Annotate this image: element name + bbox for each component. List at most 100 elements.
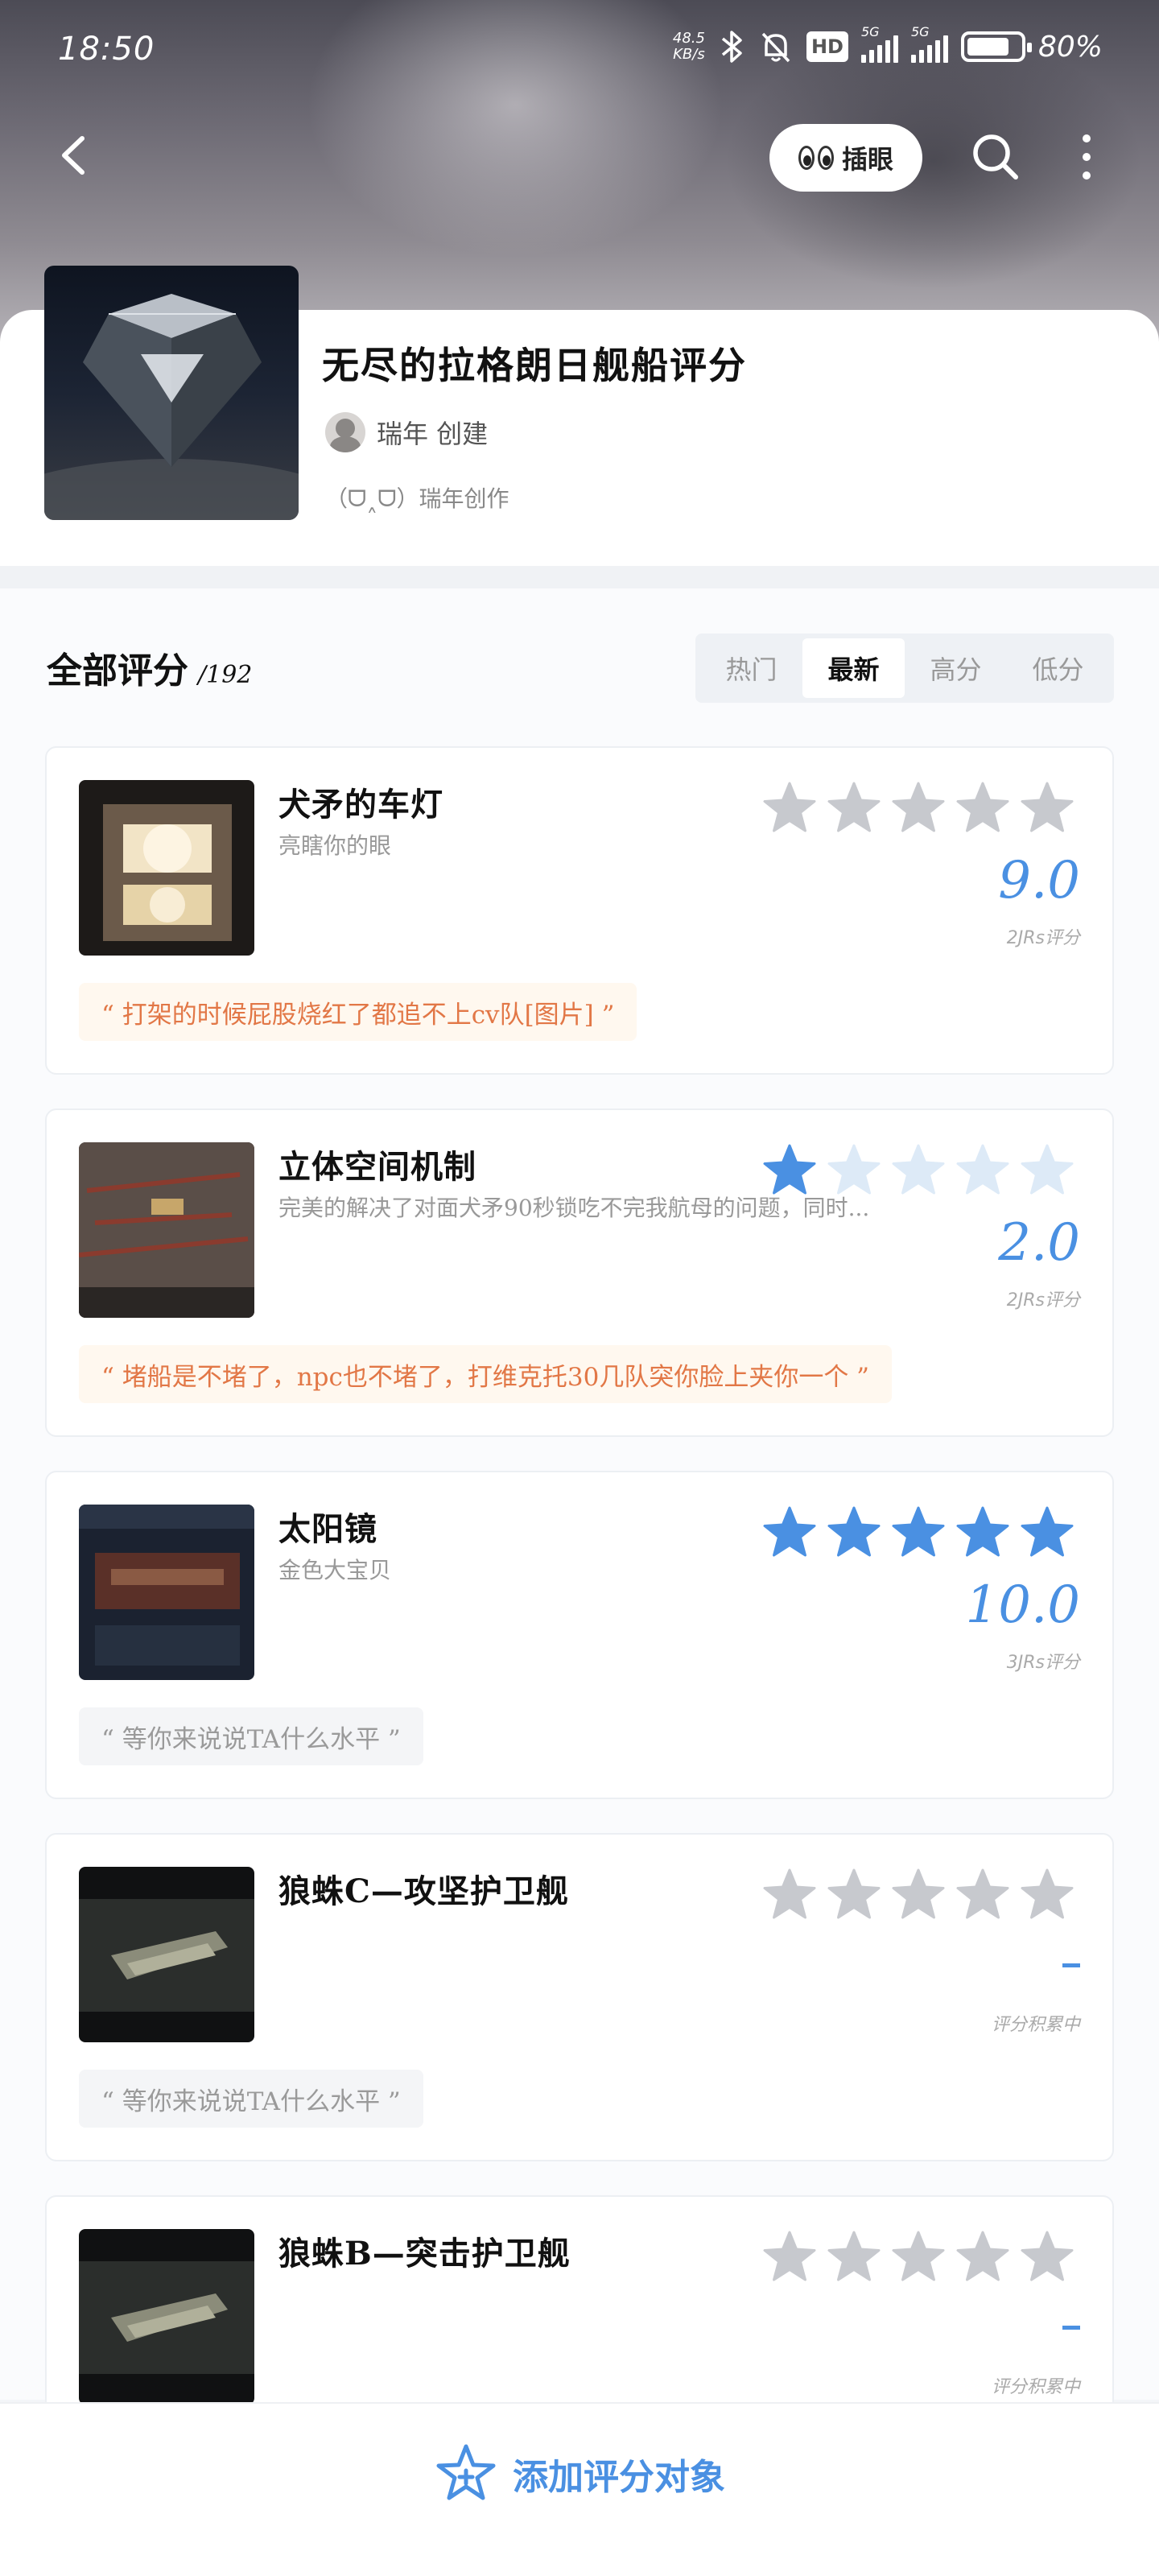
star-icon[interactable]: [1019, 1142, 1075, 1199]
item-thumbnail: [79, 1142, 254, 1318]
topic-title: 无尽的拉格朗日舰船评分: [322, 344, 747, 387]
rating-count: 评分积累中: [991, 2015, 1080, 2035]
ratings-count: /192: [198, 661, 253, 689]
sort-tab-low[interactable]: 低分: [1007, 638, 1109, 698]
star-icon[interactable]: [761, 1505, 818, 1561]
item-thumbnail: [79, 1505, 254, 1680]
status-icons: 48.5 KB/s HD 5G 5G 80%: [673, 24, 1103, 64]
rating-card[interactable]: 立体空间机制 完美的解决了对面犬矛90秒锁吃不完我航母的问题，同时... 2.0…: [45, 1108, 1114, 1437]
star-icon[interactable]: [826, 1142, 882, 1199]
star-icon[interactable]: [761, 780, 818, 836]
star-icon[interactable]: [826, 1867, 882, 1923]
item-name: 犬矛的车灯: [278, 786, 443, 824]
star-icon[interactable]: [826, 1505, 882, 1561]
cube-artwork: [44, 294, 299, 520]
item-thumbnail: [79, 780, 254, 956]
star-icon[interactable]: [761, 1867, 818, 1923]
star-icon[interactable]: [890, 1505, 947, 1561]
star-icon[interactable]: [955, 2229, 1011, 2285]
star-icon[interactable]: [761, 1142, 818, 1199]
more-options-button[interactable]: [1062, 129, 1111, 185]
score-value: 10.0: [965, 1575, 1081, 1635]
star-icon[interactable]: [826, 780, 882, 836]
rating-count: 2JRs评分: [1006, 928, 1080, 948]
top-comment[interactable]: “ 堵船是不堵了，npc也不堵了，打维克托30几队突你脸上夹你一个 ”: [79, 1345, 893, 1403]
star-rating[interactable]: [761, 1142, 1075, 1199]
star-icon[interactable]: [955, 1505, 1011, 1561]
network-speed-unit: KB/s: [673, 46, 705, 63]
section-divider: [0, 566, 1159, 588]
add-star-icon: [436, 2444, 496, 2500]
star-icon[interactable]: [890, 1867, 947, 1923]
add-rating-object-label: 添加评分对象: [513, 2457, 725, 2498]
signal-2-label: 5G: [910, 24, 930, 39]
signal-strength-2: 5G: [910, 24, 948, 63]
battery-icon: [960, 31, 1032, 62]
star-rating[interactable]: [761, 2229, 1075, 2285]
star-icon[interactable]: [1019, 1867, 1075, 1923]
sort-tab-latest[interactable]: 最新: [802, 638, 905, 698]
creator-name: 瑞年 创建: [377, 419, 489, 449]
item-name: 狼蛛B—突击护卫舰: [278, 2235, 571, 2273]
more-vertical-icon: [1083, 134, 1091, 180]
top-comment[interactable]: “ 打架的时候屁股烧红了都追不上cv队[图片] ”: [79, 983, 637, 1041]
item-thumbnail: [79, 1867, 254, 2042]
topic-subtitle: （ᗜ˰ᗜ）瑞年创作: [325, 485, 509, 512]
rating-count: 3JRs评分: [1006, 1653, 1080, 1673]
star-icon[interactable]: [955, 780, 1011, 836]
all-ratings-label: 全部评分: [47, 650, 188, 691]
star-icon[interactable]: [1019, 2229, 1075, 2285]
search-button[interactable]: [967, 129, 1024, 185]
status-time: 18:50: [58, 31, 155, 68]
topic-cover-image[interactable]: [44, 266, 299, 520]
top-comment[interactable]: “ 等你来说说TA什么水平 ”: [79, 2070, 423, 2128]
item-name: 狼蛛C—攻坚护卫舰: [278, 1872, 569, 1910]
mute-bell-icon: [761, 32, 790, 63]
rating-card[interactable]: 太阳镜 金色大宝贝 10.0 3JRs评分 “ 等你来说说TA什么水平 ”: [45, 1471, 1114, 1799]
star-icon[interactable]: [826, 2229, 882, 2285]
star-rating[interactable]: [761, 1867, 1075, 1923]
star-icon[interactable]: [1019, 780, 1075, 836]
star-icon[interactable]: [890, 780, 947, 836]
peek-button[interactable]: 插眼: [769, 124, 922, 192]
score-value: 9.0: [998, 851, 1080, 910]
network-speed: 48.5 KB/s: [673, 31, 705, 63]
all-ratings-heading: 全部评分/192: [47, 642, 252, 693]
back-button[interactable]: [48, 127, 105, 184]
star-icon[interactable]: [890, 1142, 947, 1199]
bottom-action-bar: 添加评分对象: [0, 2402, 1159, 2576]
add-rating-object-button[interactable]: 添加评分对象: [434, 2442, 725, 2506]
star-icon[interactable]: [890, 2229, 947, 2285]
score-value: 2.0: [998, 1213, 1080, 1273]
eyes-icon: [798, 146, 834, 170]
rating-card[interactable]: 犬矛的车灯 亮瞎你的眼 9.0 2JRs评分 “ 打架的时候屁股烧红了都追不上c…: [45, 746, 1114, 1075]
peek-label: 插眼: [841, 144, 893, 175]
star-rating[interactable]: [761, 1505, 1075, 1561]
star-icon[interactable]: [955, 1142, 1011, 1199]
star-rating[interactable]: [761, 780, 1075, 836]
rating-card[interactable]: 狼蛛C—攻坚护卫舰 评分积累中 “ 等你来说说TA什么水平 ”: [45, 1833, 1114, 2161]
star-icon[interactable]: [1019, 1505, 1075, 1561]
sort-tab-hot[interactable]: 热门: [700, 638, 802, 698]
status-bar: 18:50 48.5 KB/s HD 5G 5G 80%: [0, 0, 1159, 105]
creator-avatar[interactable]: [325, 412, 365, 452]
score-placeholder: [1062, 1963, 1080, 1967]
rating-count: 评分积累中: [991, 2377, 1080, 2397]
score-placeholder: [1062, 2326, 1080, 2330]
item-name: 太阳镜: [278, 1510, 377, 1548]
signal-strength-1: 5G: [860, 24, 898, 63]
signal-1-label: 5G: [860, 24, 880, 39]
rating-count: 2JRs评分: [1006, 1290, 1080, 1311]
creator-row[interactable]: 瑞年 创建: [325, 412, 488, 452]
network-speed-value: 48.5: [672, 30, 705, 47]
sort-tabs: 热门 最新 高分 低分: [695, 634, 1114, 703]
star-icon[interactable]: [955, 1867, 1011, 1923]
battery-percent: 80%: [1037, 30, 1103, 64]
star-icon[interactable]: [761, 2229, 818, 2285]
search-icon: [973, 134, 1018, 180]
top-comment[interactable]: “ 等你来说说TA什么水平 ”: [79, 1707, 423, 1765]
sort-tab-high[interactable]: 高分: [905, 638, 1007, 698]
back-arrow-icon: [62, 136, 85, 175]
ratings-list-section: 全部评分/192 热门 最新 高分 低分 犬矛的车灯 亮瞎你的眼 9.0 2JR…: [0, 588, 1159, 2524]
hd-badge: HD: [806, 31, 848, 62]
